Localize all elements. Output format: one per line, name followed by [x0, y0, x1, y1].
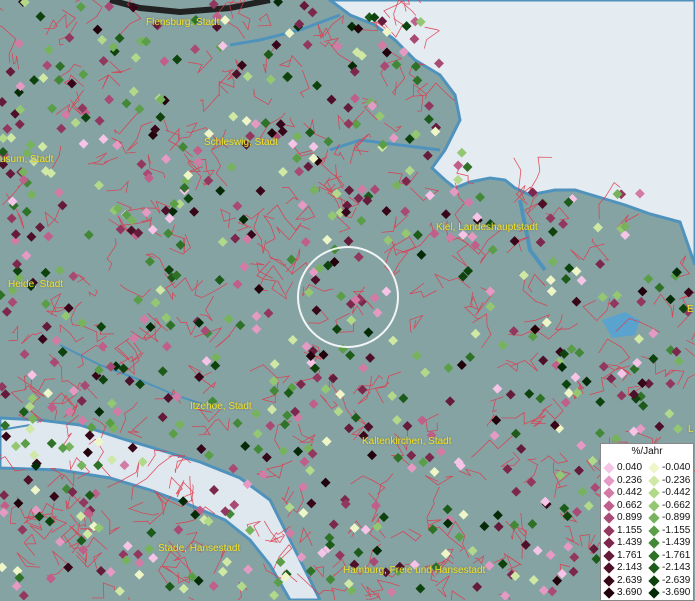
legend-negative-swatch	[648, 549, 660, 562]
city-label-heide: Heide, Stadt	[8, 279, 64, 290]
legend-negative-value: -3.690	[662, 587, 691, 598]
legend-negative-value: -2.143	[662, 562, 691, 573]
legend-row: 1.155 -1.155	[603, 524, 694, 538]
legend-positive-swatch	[603, 474, 615, 487]
legend-negative-swatch	[648, 537, 660, 549]
legend-negative-value: -0.662	[662, 499, 691, 511]
city-label-schleswig: Schleswig, Stadt	[204, 137, 278, 148]
city-label-flensburg: Flensburg, Stadt	[146, 17, 220, 28]
city-label-stade: Stade, Hansestadt	[158, 543, 241, 554]
legend-positive-swatch	[603, 524, 615, 537]
legend-row: 3.690 -3.690	[603, 587, 694, 600]
legend-negative-value: -0.899	[662, 512, 691, 523]
legend-negative-value: -2.639	[662, 574, 691, 586]
legend-negative-value: -1.761	[662, 549, 691, 561]
city-label-edge-l: L	[688, 424, 694, 435]
city-label-edge-e: E	[687, 304, 694, 315]
legend-negative-swatch	[648, 574, 660, 587]
legend-negative-value: -0.040	[662, 462, 691, 473]
legend-negative-swatch	[648, 462, 660, 474]
legend-negative-value: -1.439	[662, 537, 691, 548]
city-label-kiel: Kiel, Landeshauptstadt	[436, 222, 538, 233]
legend-positive-value: 0.040	[617, 462, 643, 473]
legend-positive-swatch	[603, 574, 615, 587]
legend-row: 2.143 -2.143	[603, 562, 694, 575]
legend-row: 0.899 -0.899	[603, 512, 694, 525]
legend: %/Jahr 0.040 -0.040 0.236 -0.236 0.442 -0.442…	[600, 443, 694, 601]
map-canvas[interactable]	[0, 0, 695, 600]
legend-positive-swatch	[603, 499, 615, 512]
legend-negative-swatch	[648, 587, 660, 599]
legend-positive-swatch	[603, 462, 615, 474]
legend-positive-swatch	[603, 512, 615, 524]
legend-positive-value: 0.899	[617, 512, 643, 523]
legend-row: 2.639 -2.639	[603, 574, 694, 588]
legend-positive-swatch	[603, 587, 615, 599]
legend-positive-value: 2.143	[617, 562, 643, 573]
legend-negative-value: -0.442	[662, 487, 691, 498]
legend-positive-value: 3.690	[617, 587, 643, 598]
city-label-hamburg: Hamburg, Freie und Hansestadt	[343, 565, 486, 576]
legend-title: %/Jahr	[631, 446, 663, 457]
legend-positive-value: 0.442	[617, 487, 643, 498]
legend-negative-swatch	[648, 487, 660, 499]
city-label-husum: usum, Stadt	[0, 154, 54, 165]
legend-negative-swatch	[648, 524, 660, 537]
legend-positive-swatch	[603, 487, 615, 499]
legend-positive-value: 1.761	[617, 549, 643, 561]
legend-negative-value: -0.236	[662, 474, 691, 486]
legend-positive-value: 1.155	[617, 524, 643, 536]
legend-positive-value: 0.662	[617, 499, 643, 511]
legend-row: 1.761 -1.761	[603, 549, 694, 563]
legend-positive-swatch	[603, 549, 615, 562]
legend-row: 0.442 -0.442	[603, 487, 694, 500]
legend-negative-swatch	[648, 512, 660, 524]
legend-row: 0.040 -0.040	[603, 462, 694, 475]
legend-positive-swatch	[603, 537, 615, 549]
legend-positive-value: 2.639	[617, 574, 643, 586]
legend-negative-swatch	[648, 474, 660, 487]
legend-row: 1.439 -1.439	[603, 537, 694, 550]
legend-negative-swatch	[648, 499, 660, 512]
legend-negative-value: -1.155	[662, 524, 691, 536]
legend-negative-swatch	[648, 562, 660, 574]
legend-row: 0.236 -0.236	[603, 474, 694, 488]
city-label-itzehoe: Itzehoe, Stadt	[190, 401, 252, 412]
legend-positive-swatch	[603, 562, 615, 574]
city-label-kaltenkirchen: Kaltenkirchen, Stadt	[362, 436, 452, 447]
legend-positive-value: 1.439	[617, 537, 643, 548]
legend-positive-value: 0.236	[617, 474, 643, 486]
legend-row: 0.662 -0.662	[603, 499, 694, 513]
